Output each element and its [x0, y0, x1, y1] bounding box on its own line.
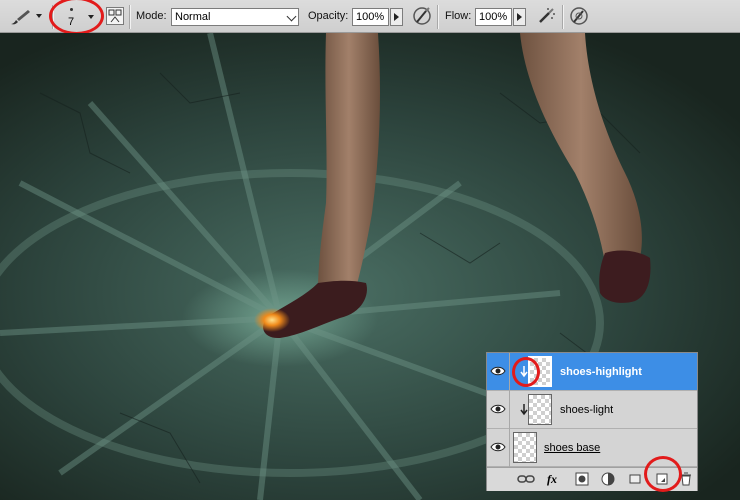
flow-input[interactable]: 100% — [475, 8, 512, 26]
flow-slider-button[interactable] — [513, 8, 526, 26]
brush-panel-icon — [108, 9, 122, 23]
new-group-button[interactable] — [629, 472, 641, 486]
brush-tip-preview — [70, 8, 73, 11]
layer-row-shoes-light[interactable]: shoes-light — [487, 391, 697, 429]
divider — [509, 391, 510, 429]
airbrush-icon — [539, 8, 555, 23]
new-group-icon — [629, 474, 641, 484]
tool-preset-picker[interactable] — [6, 6, 44, 28]
delete-layer-button[interactable] — [679, 472, 693, 486]
separator — [52, 5, 54, 29]
mode-value: Normal — [175, 11, 211, 23]
options-bar: 7 Mode: Normal Opacity: 100% Flow: 100% — [0, 0, 740, 35]
size-pressure-icon — [570, 7, 588, 25]
layer-mask-button[interactable] — [575, 472, 589, 486]
flow-label: Flow: — [445, 10, 472, 22]
brush-panel-button[interactable] — [106, 7, 124, 25]
chevron-down-icon — [88, 15, 94, 19]
divider — [509, 429, 510, 467]
visibility-toggle[interactable] — [489, 437, 507, 457]
airbrush-button[interactable] — [535, 5, 557, 27]
opacity-pressure-icon — [413, 7, 431, 25]
mode-label: Mode: — [136, 10, 167, 22]
new-layer-button[interactable] — [655, 472, 669, 486]
adjustment-layer-icon — [601, 472, 615, 486]
brush-preset-picker[interactable]: 7 — [60, 3, 100, 31]
adjustment-layer-button[interactable] — [601, 472, 615, 486]
trash-icon — [681, 472, 691, 486]
chevron-down-icon — [286, 11, 297, 22]
chevron-down-icon — [36, 14, 42, 18]
opacity-value: 100% — [356, 11, 385, 23]
divider — [509, 353, 510, 391]
brush-size: 7 — [68, 16, 75, 28]
layers-panel: shoes-highlight shoes-light shoes base f… — [486, 352, 698, 492]
separator — [562, 5, 564, 29]
layers-footer: fx — [487, 467, 697, 491]
eye-icon — [490, 442, 506, 452]
link-layers-button[interactable] — [517, 472, 535, 486]
mode-select[interactable]: Normal — [171, 8, 299, 26]
layer-name: shoes base — [544, 442, 601, 454]
separator — [437, 5, 439, 29]
layer-name: shoes-light — [560, 404, 614, 416]
layer-thumbnail — [528, 356, 552, 387]
new-layer-icon — [656, 473, 668, 485]
fx-icon[interactable]: fx — [547, 472, 565, 486]
visibility-toggle[interactable] — [489, 399, 507, 419]
eye-icon — [490, 404, 506, 414]
layer-name: shoes-highlight — [560, 366, 642, 378]
size-pressure-button[interactable] — [568, 5, 590, 27]
opacity-pressure-button[interactable] — [411, 5, 433, 27]
brush-icon — [11, 10, 30, 25]
layer-row-shoes-highlight[interactable]: shoes-highlight — [487, 353, 697, 391]
flow-value: 100% — [479, 11, 508, 23]
opacity-label: Opacity: — [308, 10, 349, 22]
separator — [129, 5, 131, 29]
layer-thumbnail — [528, 394, 552, 425]
link-layers-icon — [517, 475, 535, 483]
opacity-slider-button[interactable] — [390, 8, 403, 26]
eye-icon — [490, 366, 506, 376]
layer-row-shoes-base[interactable]: shoes base — [487, 429, 697, 467]
layer-mask-icon — [575, 472, 589, 486]
opacity-input[interactable]: 100% — [352, 8, 389, 26]
visibility-toggle[interactable] — [489, 361, 507, 381]
layer-thumbnail — [513, 432, 537, 463]
